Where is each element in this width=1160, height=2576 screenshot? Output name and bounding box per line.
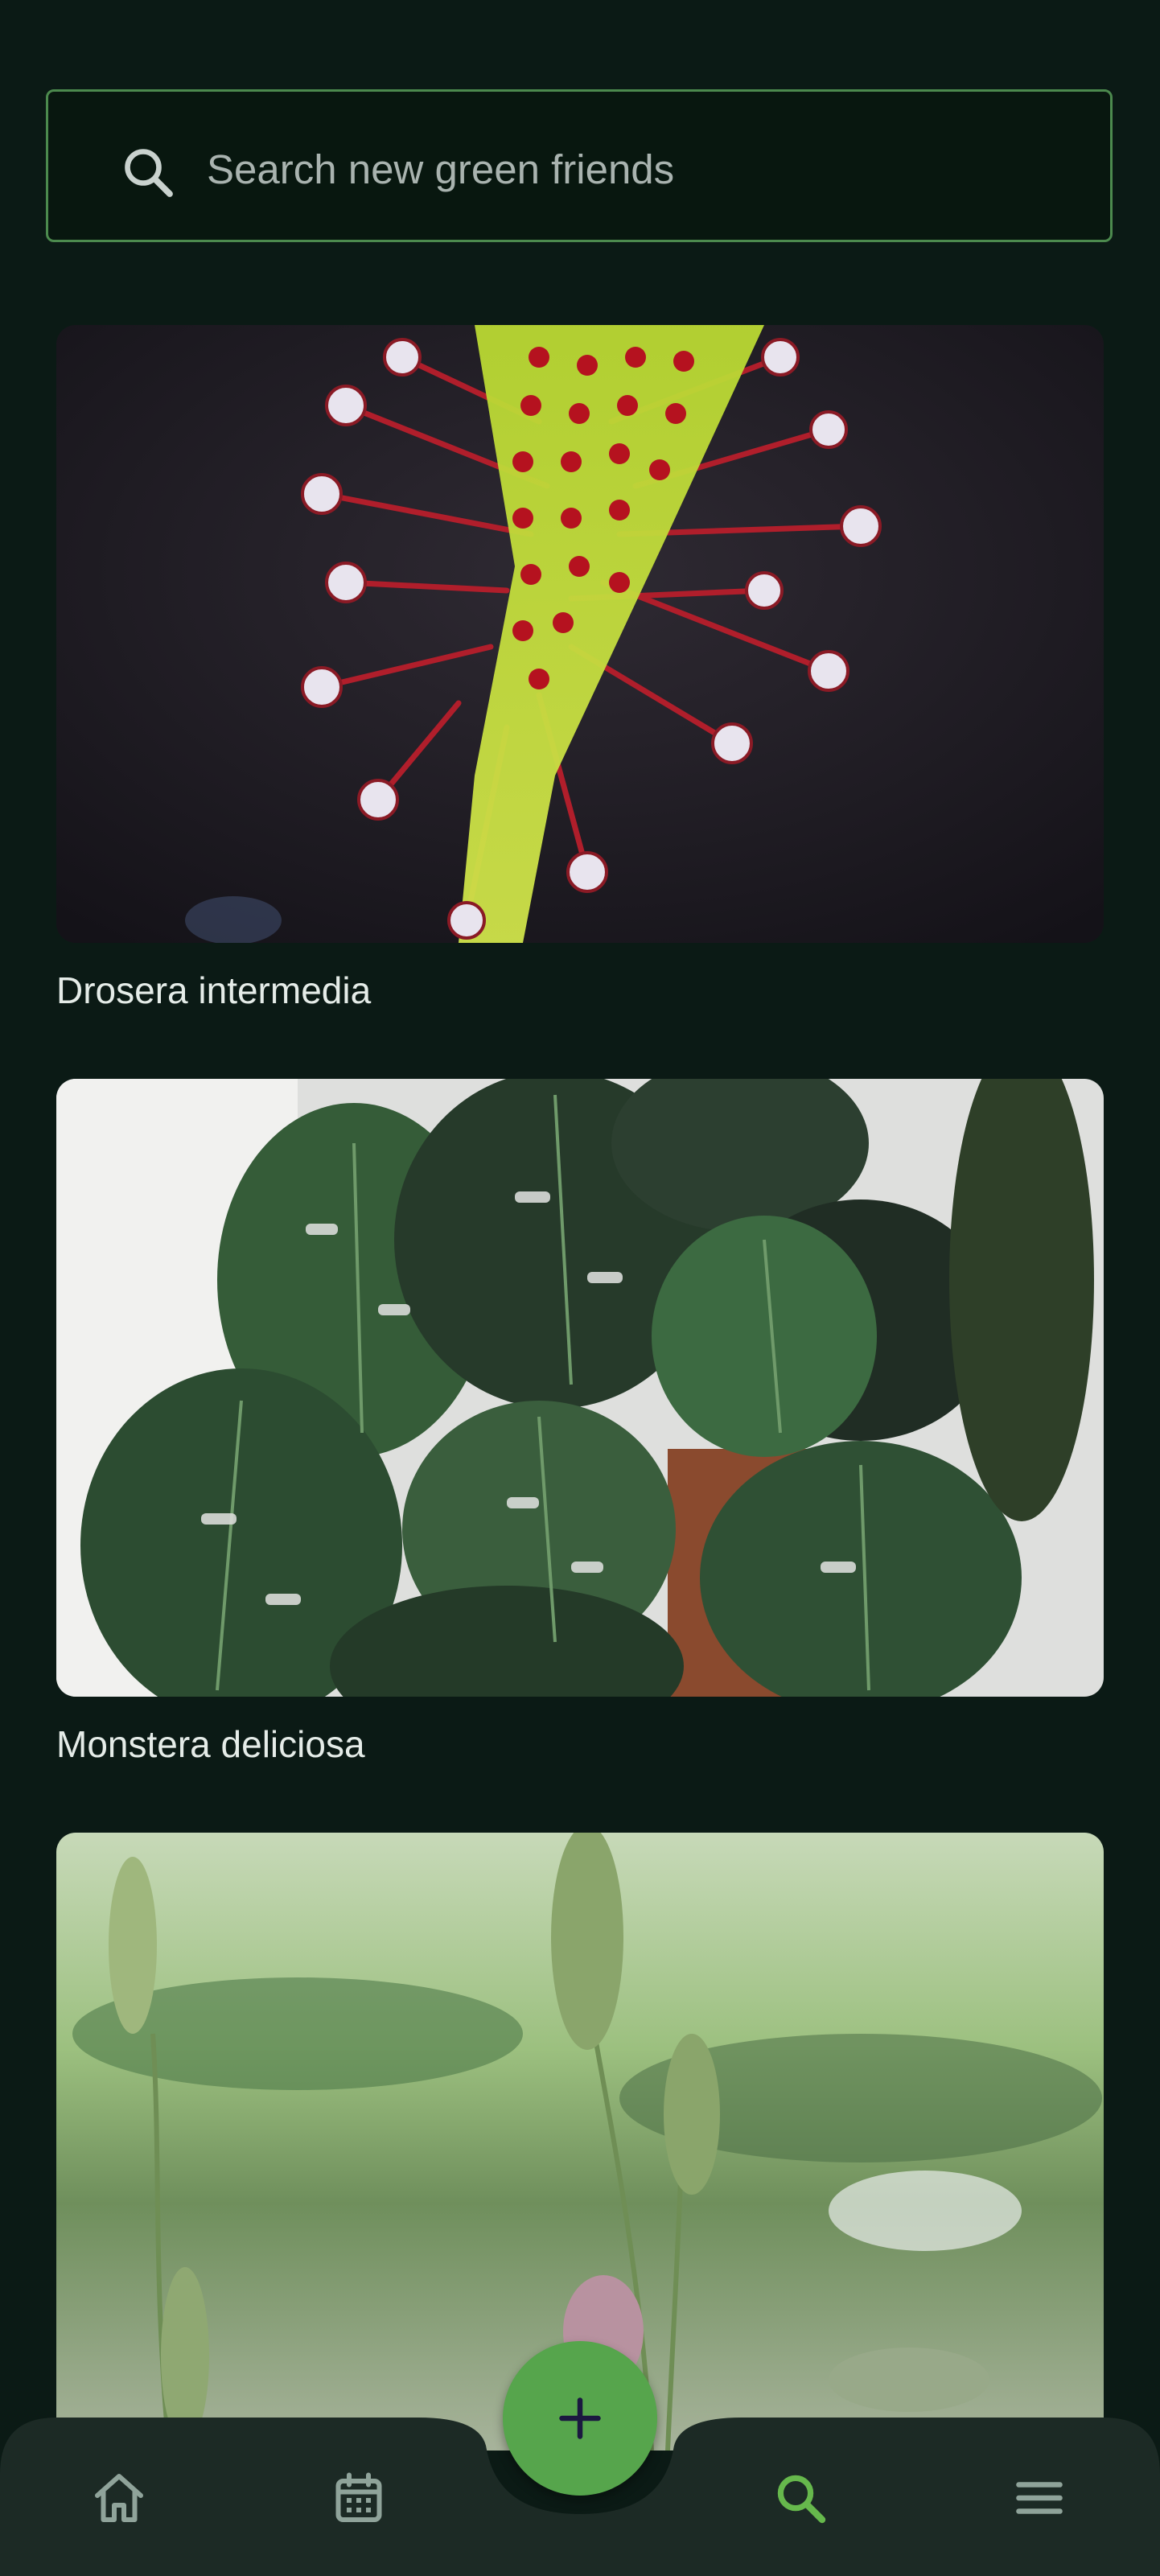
search-icon [125,149,173,197]
search-input[interactable] [205,132,1077,206]
plant-photo-monstera [56,1079,1104,1697]
menu-icon [1016,2482,1063,2514]
nav-menu[interactable] [1003,2462,1076,2534]
nav-calendar[interactable] [323,2462,395,2534]
home-icon [95,2474,143,2522]
add-plant-button[interactable] [503,2341,657,2496]
plant-name: Drosera intermedia [56,969,372,1011]
plant-photo-drosera [56,325,1104,943]
calendar-icon [335,2472,382,2522]
nav-home[interactable] [83,2462,155,2534]
nav-search[interactable] [764,2462,837,2534]
search-bar[interactable] [46,89,1113,242]
add-icon [559,2397,601,2439]
plant-name: Monstera deliciosa [56,1723,365,1765]
search-icon [777,2475,826,2524]
